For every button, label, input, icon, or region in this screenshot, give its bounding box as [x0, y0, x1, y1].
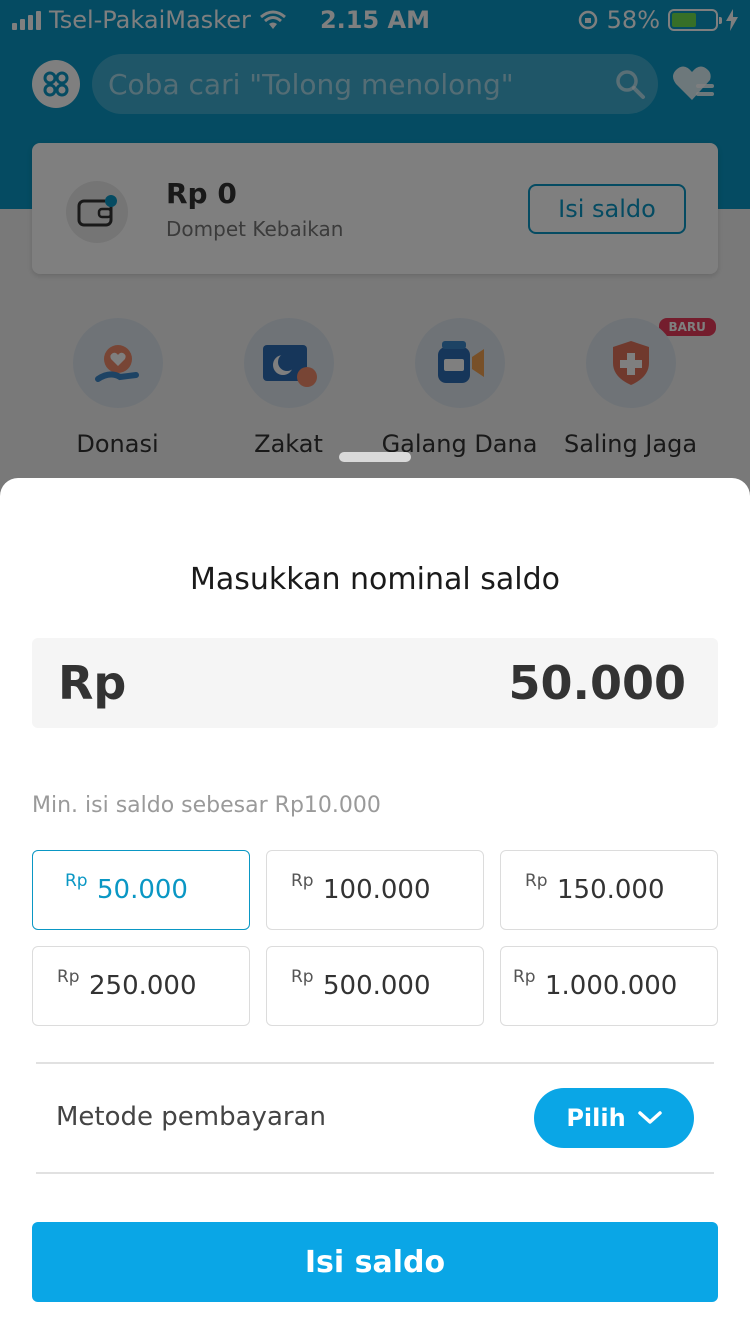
preset-amount-button[interactable]: Rp 100.000 — [266, 850, 484, 930]
sheet-title: Masukkan nominal saldo — [189, 562, 560, 597]
preset-amount-button[interactable]: Rp 1.000.000 — [500, 946, 718, 1026]
preset-amount-button[interactable]: Rp 150.000 — [500, 850, 718, 930]
choose-payment-button[interactable]: Pilih — [534, 1088, 694, 1148]
preset-amount-button[interactable]: Rp 500.000 — [266, 946, 484, 1026]
preset-value: 50.000 — [97, 875, 188, 905]
payment-method-label: Metode pembayaran — [56, 1102, 326, 1132]
preset-value: 500.000 — [323, 971, 431, 1001]
submit-topup-button[interactable]: Isi saldo — [32, 1222, 718, 1302]
minimum-topup-note: Min. isi saldo sebesar Rp10.000 — [32, 793, 381, 818]
choose-payment-label: Pilih — [566, 1104, 626, 1132]
divider — [36, 1062, 714, 1064]
preset-value: 250.000 — [89, 971, 197, 1001]
preset-currency: Rp — [291, 967, 314, 987]
divider — [36, 1172, 714, 1174]
topup-bottom-sheet: Masukkan nominal saldo Rp 50.000 Min. is… — [0, 478, 750, 1334]
preset-value: 100.000 — [323, 875, 431, 905]
preset-currency: Rp — [513, 967, 536, 987]
preset-currency: Rp — [291, 871, 314, 891]
preset-value: 150.000 — [557, 875, 665, 905]
amount-input[interactable]: Rp 50.000 — [32, 638, 718, 728]
preset-currency: Rp — [57, 967, 80, 987]
preset-currency: Rp — [525, 871, 548, 891]
preset-amount-button[interactable]: Rp 250.000 — [32, 946, 250, 1026]
sheet-drag-handle[interactable] — [339, 452, 411, 462]
preset-amount-button[interactable]: Rp 50.000 — [32, 850, 250, 930]
amount-currency: Rp — [58, 656, 127, 710]
preset-currency: Rp — [65, 871, 88, 891]
preset-amount-grid: Rp 50.000 Rp 100.000 Rp 150.000 Rp 250.0… — [32, 850, 718, 1026]
chevron-down-icon — [637, 1111, 662, 1124]
preset-value: 1.000.000 — [545, 971, 678, 1001]
amount-value: 50.000 — [508, 656, 686, 710]
